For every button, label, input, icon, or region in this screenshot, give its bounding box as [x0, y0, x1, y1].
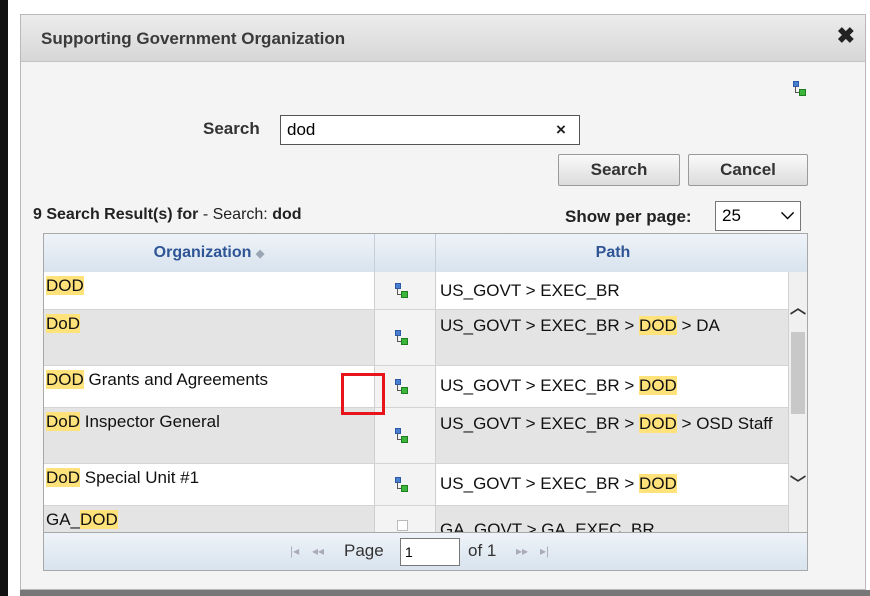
search-highlight: DOD — [639, 414, 677, 433]
grid-pager: |◂ ◂◂ Page of 1 ▸▸ ▸| — [44, 532, 807, 570]
page-count-label: of 1 — [468, 541, 497, 560]
search-button[interactable]: Search — [558, 154, 680, 186]
page-left-border — [0, 0, 8, 596]
tree-icon-cell — [375, 310, 436, 365]
hierarchy-tree-icon[interactable] — [395, 282, 409, 299]
path-cell: US_GOVT > EXEC_BR > DOD — [436, 464, 790, 505]
dialog-titlebar: Supporting Government Organization ✖ — [21, 15, 865, 62]
path-text: US_GOVT > EXEC_BR > — [440, 414, 640, 433]
results-count: 9 Search Result(s) for — [33, 206, 199, 223]
hierarchy-tree-icon[interactable] — [395, 476, 409, 493]
organization-cell: DoD Special Unit #1 — [44, 464, 375, 505]
organization-name: Grants and Agreements — [83, 370, 269, 389]
hierarchy-tree-icon[interactable] — [793, 81, 807, 97]
organization-name: Special Unit #1 — [80, 468, 200, 487]
search-highlight: DOD — [639, 316, 677, 335]
organization-cell: DoD — [44, 310, 375, 365]
table-row[interactable]: DOD US_GOVT > EXEC_BR — [44, 272, 790, 310]
first-page-icon[interactable]: |◂ — [290, 544, 299, 558]
next-page-icon[interactable]: ▸▸ — [516, 544, 528, 558]
organization-name: Inspector General — [80, 412, 220, 431]
last-page-icon[interactable]: ▸| — [540, 544, 549, 558]
column-header-organization[interactable]: Organization ◆ — [44, 234, 375, 272]
search-highlight: DOD — [46, 370, 84, 389]
hierarchy-tree-icon[interactable] — [395, 378, 409, 395]
column-header-icon — [375, 234, 436, 272]
hierarchy-tree-icon[interactable] — [395, 329, 409, 346]
path-cell: US_GOVT > EXEC_BR > DOD — [436, 366, 790, 407]
search-highlight: DOD — [46, 276, 84, 295]
page-number-input[interactable] — [400, 538, 460, 566]
checkbox-icon[interactable] — [397, 520, 408, 531]
supporting-org-dialog: Supporting Government Organization ✖ Sea… — [20, 14, 866, 590]
results-summary-mid: - Search: — [198, 206, 273, 223]
scroll-thumb[interactable] — [791, 332, 805, 414]
search-highlight: DOD — [80, 510, 118, 529]
prev-page-icon[interactable]: ◂◂ — [312, 544, 324, 558]
search-highlight: DoD — [46, 468, 81, 487]
path-cell: US_GOVT > EXEC_BR > DOD > OSD Staff — [436, 408, 790, 463]
grid-header: Organization ◆ Path — [44, 234, 807, 273]
tree-icon-cell — [375, 506, 436, 534]
grid-rows: DOD US_GOVT > EXEC_BR DoD US_GOVT > EXEC… — [44, 272, 790, 534]
tree-icon-cell — [375, 272, 436, 309]
table-row[interactable]: DoD US_GOVT > EXEC_BR > DOD > DA — [44, 310, 790, 366]
path-text: US_GOVT > EXEC_BR — [440, 281, 620, 300]
column-header-path: Path — [595, 244, 631, 261]
clear-search-icon[interactable]: × — [556, 120, 566, 140]
chevron-down-icon: ⌵ — [781, 204, 794, 223]
scroll-up-icon[interactable]: ︿ — [790, 294, 806, 318]
close-icon[interactable]: ✖ — [837, 23, 855, 49]
search-highlight: DoD — [46, 314, 81, 333]
dialog-title: Supporting Government Organization — [41, 29, 346, 48]
search-input[interactable] — [280, 115, 580, 145]
table-row[interactable]: DOD Grants and Agreements US_GOVT > EXEC… — [44, 366, 790, 408]
path-text: US_GOVT > EXEC_BR > — [440, 376, 640, 395]
per-page-label: Show per page: — [565, 207, 692, 226]
organization-cell: GA_DOD — [44, 506, 375, 534]
callout-highlight-box — [341, 373, 385, 415]
grid-scrollbar[interactable]: ︿ ﹀ — [788, 272, 807, 534]
per-page-select[interactable]: 25 ⌵ — [715, 201, 801, 231]
results-summary: 9 Search Result(s) for - Search: dod — [33, 206, 302, 224]
search-highlight: DOD — [639, 474, 677, 493]
path-cell: GA_GOVT > GA_EXEC_BR — [436, 506, 790, 534]
path-text: US_GOVT > EXEC_BR > — [440, 474, 640, 493]
organization-cell: DOD — [44, 272, 375, 309]
path-cell: US_GOVT > EXEC_BR — [436, 272, 790, 309]
results-grid: Organization ◆ Path DOD US_GOVT > EXEC_B… — [43, 233, 808, 571]
organization-name: GA_ — [46, 510, 81, 529]
results-search-term: dod — [272, 206, 302, 223]
column-header-organization-label: Organization — [153, 244, 252, 261]
cancel-button[interactable]: Cancel — [688, 154, 808, 186]
tree-icon-cell — [375, 464, 436, 505]
table-row[interactable]: DoD Inspector General US_GOVT > EXEC_BR … — [44, 408, 790, 464]
path-cell: US_GOVT > EXEC_BR > DOD > DA — [436, 310, 790, 365]
path-text: US_GOVT > EXEC_BR > — [440, 316, 640, 335]
table-row[interactable]: GA_DOD GA_GOVT > GA_EXEC_BR — [44, 506, 790, 534]
scroll-down-icon[interactable]: ﹀ — [790, 470, 806, 494]
table-row[interactable]: DoD Special Unit #1 US_GOVT > EXEC_BR > … — [44, 464, 790, 506]
path-text: > DA — [676, 316, 720, 335]
organization-cell: DoD Inspector General — [44, 408, 375, 463]
tree-icon-cell — [375, 408, 436, 463]
sort-icon: ◆ — [255, 248, 265, 260]
page-label: Page — [344, 541, 384, 560]
organization-cell: DOD Grants and Agreements — [44, 366, 375, 407]
path-text: > OSD Staff — [676, 414, 773, 433]
search-label: Search — [203, 119, 260, 138]
hierarchy-tree-icon[interactable] — [395, 427, 409, 444]
per-page-value: 25 — [722, 206, 741, 225]
page-bottom-border — [20, 590, 870, 596]
search-highlight: DoD — [46, 412, 81, 431]
search-highlight: DOD — [639, 376, 677, 395]
